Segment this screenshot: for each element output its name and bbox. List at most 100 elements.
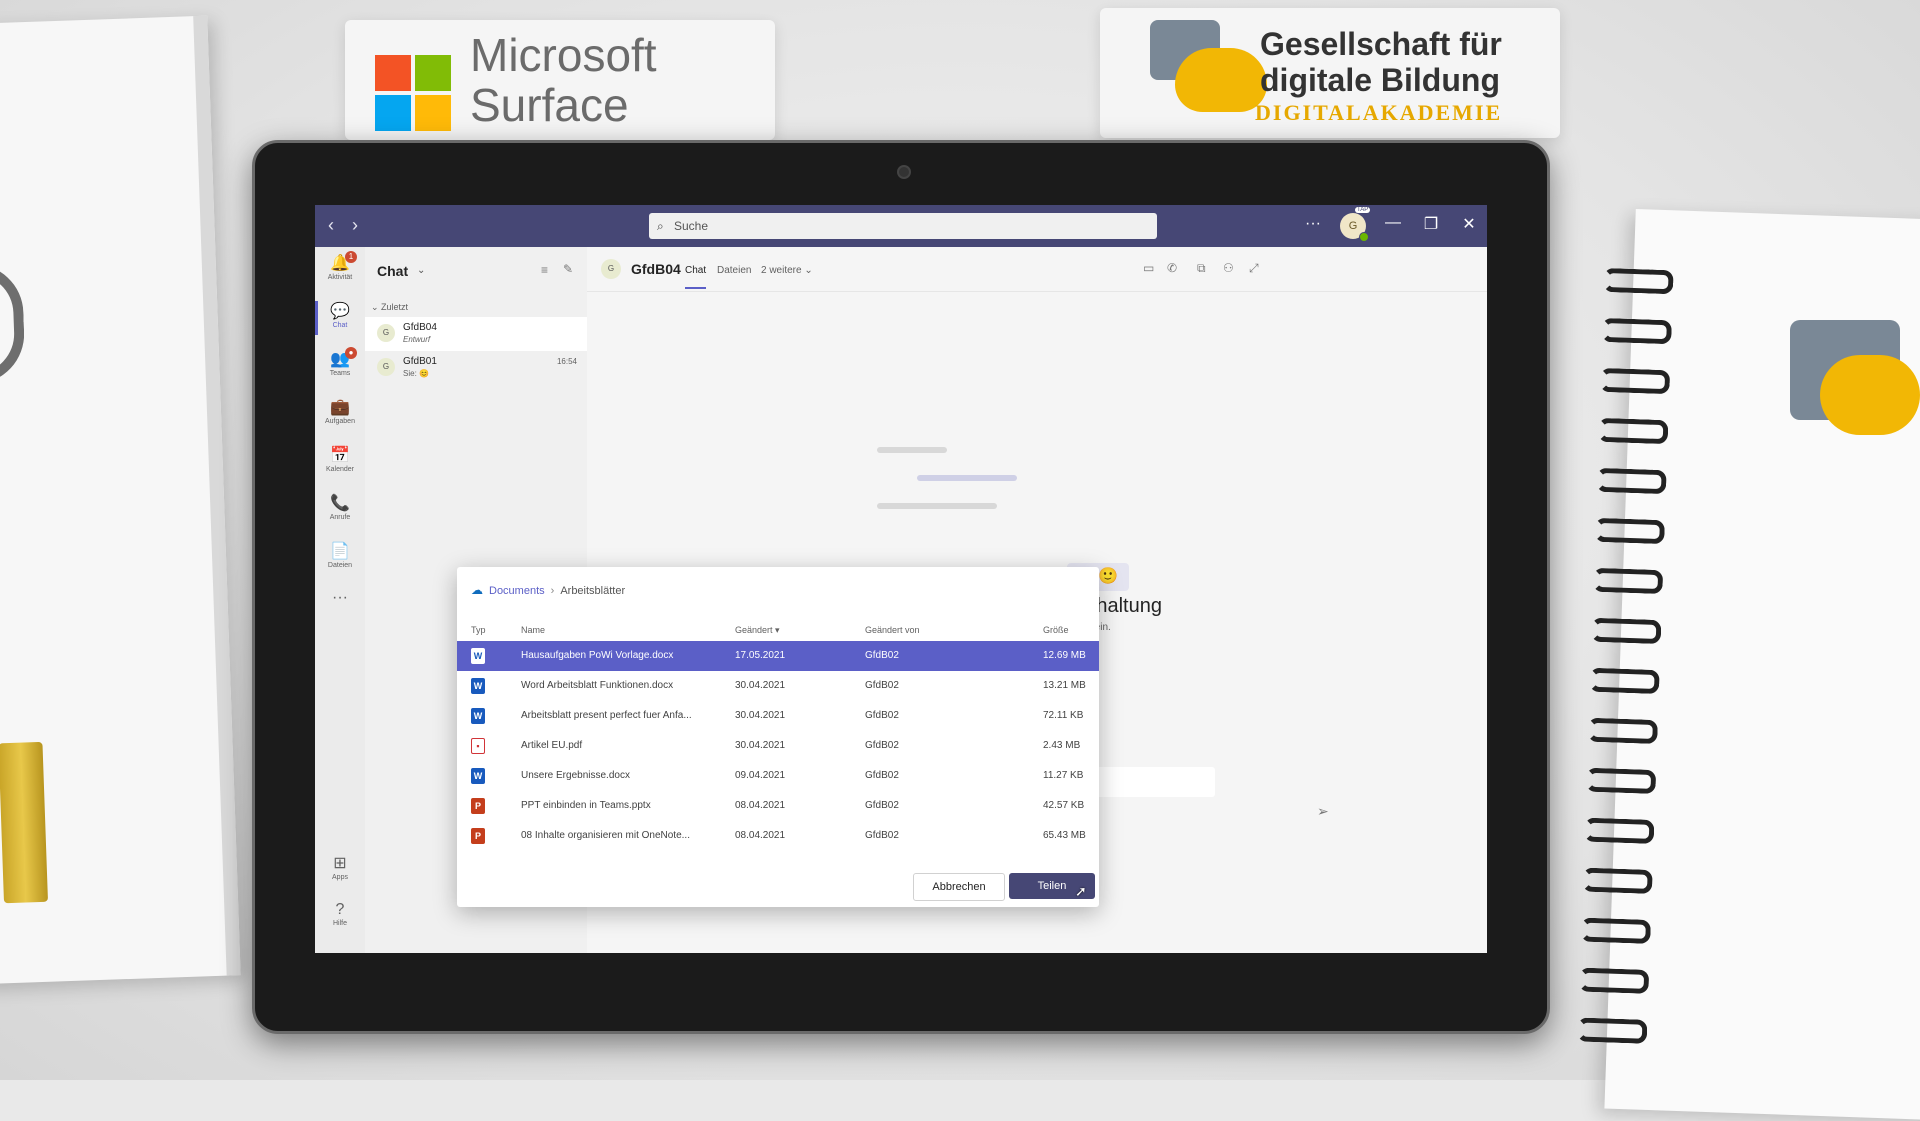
chevron-down-icon[interactable]: ⌄	[417, 265, 425, 276]
breadcrumb-current: Arbeitsblätter	[560, 585, 626, 597]
rail-item-hilfe[interactable]: ? Hilfe	[315, 895, 365, 939]
more-icon: ···	[332, 589, 348, 606]
mouse-cursor-icon: ➚	[1075, 883, 1087, 899]
section-label: Zuletzt	[381, 302, 409, 312]
calendar-icon: 📅	[330, 447, 350, 464]
chat-preview: Entwurf	[403, 335, 431, 344]
presence-status-icon	[1359, 232, 1369, 242]
tab-more[interactable]: 2 weitere ⌄	[761, 265, 813, 276]
audio-call-icon[interactable]: ✆	[1167, 261, 1177, 275]
file-size: 72.11 KB	[1043, 710, 1084, 721]
forward-button[interactable]: ›	[345, 215, 365, 236]
section-recent[interactable]: ⌄ Zuletzt	[371, 302, 408, 313]
powerpoint-file-icon: P	[471, 828, 485, 844]
rail-item-aktivitaet[interactable]: 🔔 Aktivität 1	[315, 247, 365, 291]
spiral	[1588, 667, 1660, 695]
tab-chat[interactable]: Chat	[685, 265, 707, 289]
video-call-icon[interactable]: ▭	[1143, 261, 1154, 275]
share-screen-icon[interactable]: ⧉	[1197, 261, 1206, 276]
file-modified-by: GfdB02	[865, 770, 899, 781]
file-name: PPT einbinden in Teams.pptx	[521, 800, 651, 811]
rail-item-dateien[interactable]: 📄 Dateien	[315, 535, 365, 579]
chevron-right-icon: ›	[550, 585, 555, 597]
table-row[interactable]: P 08 Inhalte organisieren mit OneNote...…	[457, 821, 1099, 851]
column-size[interactable]: Größe	[1043, 625, 1069, 635]
send-icon[interactable]: ➢	[1317, 803, 1329, 820]
ms-line2: Surface	[470, 79, 629, 131]
rail-item-kalender[interactable]: 📅 Kalender	[315, 439, 365, 483]
rail-item-teams[interactable]: 👥 Teams ●	[315, 343, 365, 387]
pop-out-icon[interactable]: ⤢	[1249, 261, 1259, 276]
back-button[interactable]: ‹	[321, 215, 341, 236]
tab-dateien[interactable]: Dateien	[717, 265, 751, 276]
chat-title: GfdB04	[631, 261, 681, 277]
minimize-button[interactable]: —	[1381, 214, 1405, 232]
notification-badge: 1	[345, 251, 357, 263]
ms-line1: Microsoft	[470, 29, 657, 81]
file-modified: 30.04.2021	[735, 740, 786, 751]
search-icon: ⌕	[657, 219, 664, 233]
table-row[interactable]: P PPT einbinden in Teams.pptx 08.04.2021…	[457, 791, 1099, 821]
file-modified: 30.04.2021	[735, 710, 786, 721]
spiral	[1595, 467, 1667, 495]
file-modified-by: GfdB02	[865, 740, 899, 751]
file-size: 65.43 MB	[1043, 830, 1086, 841]
avatar-badge: TAP	[1355, 207, 1371, 213]
chat-time: 16:54	[556, 357, 577, 366]
rail-item-anrufe[interactable]: 📞 Anrufe	[315, 487, 365, 531]
binder-ring	[0, 262, 26, 386]
cancel-button[interactable]: Abbrechen	[913, 873, 1005, 901]
table-row[interactable]: W Hausaufgaben PoWi Vorlage.docx 17.05.2…	[457, 641, 1099, 671]
column-type[interactable]: Typ	[471, 625, 486, 635]
chat-list-item[interactable]: G GfdB01 Sie: 😊 16:54	[365, 351, 587, 385]
chat-list-title[interactable]: Chat	[377, 263, 408, 279]
file-name: Arbeitsblatt present perfect fuer Anfa..…	[521, 710, 692, 721]
rail-item-apps[interactable]: ⊞ Apps	[315, 847, 365, 891]
spiral	[1594, 517, 1665, 545]
column-modified[interactable]: Geändert ▾	[735, 625, 780, 636]
title-bar: ‹ › ⌕ Suche ··· G TAP — ❐ ✕	[315, 205, 1487, 247]
microsoft-logo	[375, 55, 451, 131]
table-row[interactable]: W Unsere Ergebnisse.docx 09.04.2021 GfdB…	[457, 761, 1099, 791]
table-row[interactable]: W Word Arbeitsblatt Funktionen.docx 30.0…	[457, 671, 1099, 701]
add-people-icon[interactable]: ⚇	[1223, 261, 1234, 275]
file-name: Hausaufgaben PoWi Vorlage.docx	[521, 650, 674, 661]
illustration-line	[877, 447, 947, 453]
column-modified-by[interactable]: Geändert von	[865, 625, 920, 635]
table-row[interactable]: W Arbeitsblatt present perfect fuer Anfa…	[457, 701, 1099, 731]
rail-item-aufgaben[interactable]: 💼 Aufgaben	[315, 391, 365, 435]
table-row[interactable]: ▪ Artikel EU.pdf 30.04.2021 GfdB02 2.43 …	[457, 731, 1099, 761]
more-options-button[interactable]: ···	[1305, 215, 1321, 233]
file-modified-by: GfdB02	[865, 830, 899, 841]
gdb-line2: digitale Bildung	[1260, 62, 1500, 98]
rail-label: Aufgaben	[325, 418, 355, 425]
microsoft-surface-text: Microsoft Surface	[470, 30, 657, 130]
illustration-line	[877, 503, 997, 509]
file-size: 11.27 KB	[1043, 770, 1084, 781]
maximize-button[interactable]: ❐	[1419, 214, 1443, 234]
file-size: 42.57 KB	[1043, 800, 1085, 811]
gdb-logo-shape	[1175, 48, 1267, 112]
pdf-file-icon: ▪	[471, 738, 485, 754]
avatar: G	[601, 259, 621, 279]
bell-icon: 🔔	[330, 255, 350, 272]
column-name[interactable]: Name	[521, 625, 545, 635]
chat-list-item[interactable]: G GfdB04 Entwurf	[365, 317, 587, 351]
file-modified-by: GfdB02	[865, 710, 899, 721]
file-name: Artikel EU.pdf	[521, 740, 583, 751]
gdb-line3: DIGITALAKADEMIE	[1255, 100, 1503, 125]
file-size: 2.43 MB	[1043, 740, 1081, 751]
filter-icon[interactable]: ≡	[541, 263, 548, 277]
avatar: G	[377, 324, 395, 342]
spiral	[1599, 367, 1671, 395]
search-input[interactable]: ⌕ Suche	[649, 213, 1157, 239]
rail-item-chat[interactable]: 💬 Chat	[315, 295, 365, 339]
new-chat-icon[interactable]: ✎	[563, 262, 573, 276]
breadcrumb-documents[interactable]: Documents	[489, 585, 545, 597]
rail-more-apps[interactable]: ···	[315, 583, 365, 627]
notification-badge: ●	[345, 347, 357, 359]
close-button[interactable]: ✕	[1457, 214, 1481, 234]
word-file-icon: W	[471, 648, 485, 664]
gdb-text: Gesellschaft für digitale Bildung	[1260, 26, 1502, 98]
app-rail: 🔔 Aktivität 1 💬 Chat 👥 Teams ● 💼 Aufgabe…	[315, 247, 365, 953]
